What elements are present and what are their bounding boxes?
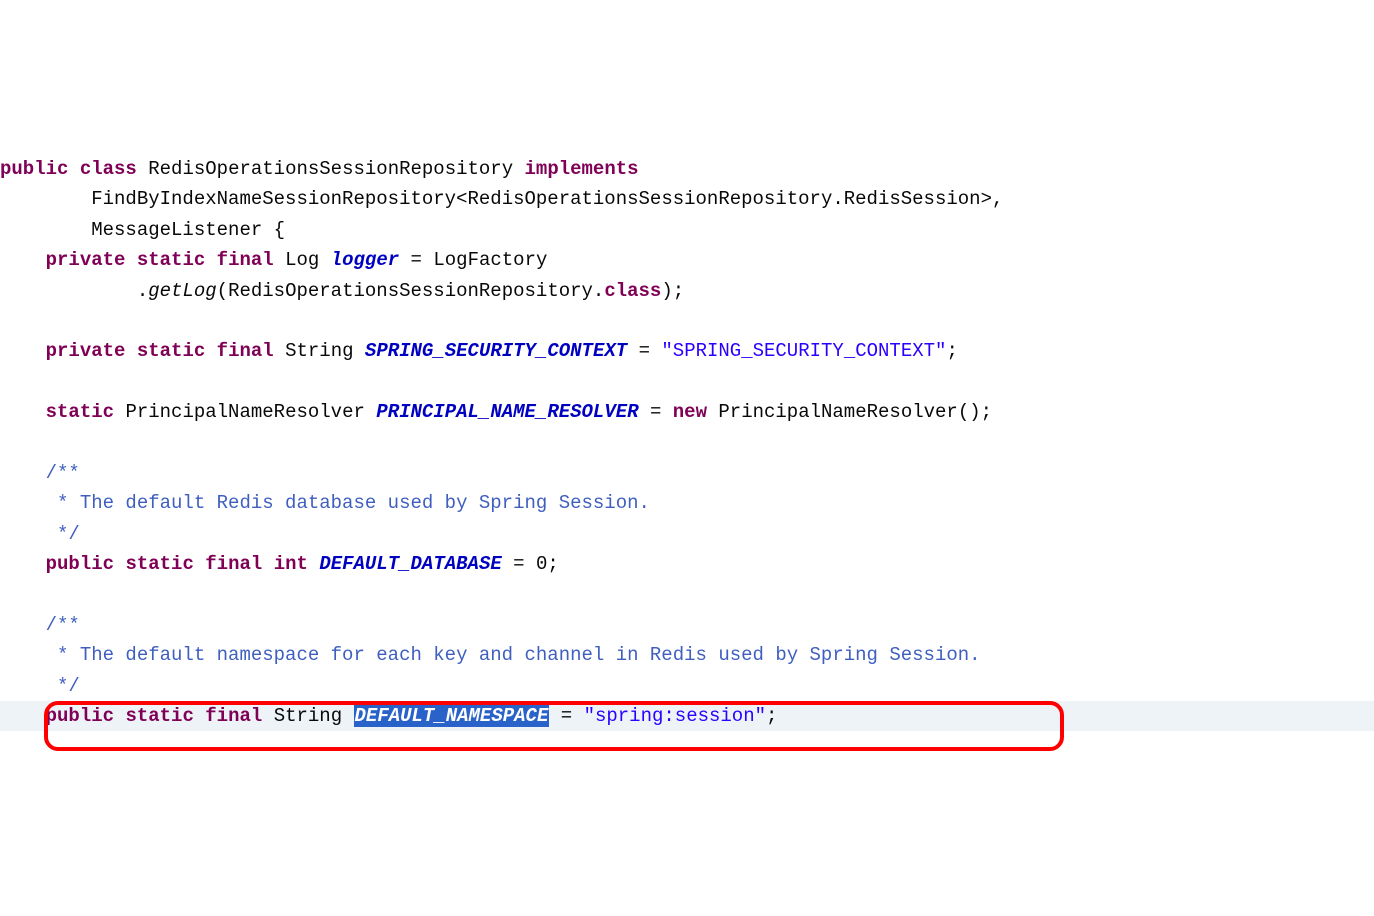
code-line: /** [0, 462, 80, 484]
code-line: */ [0, 675, 80, 697]
code-line: private static final Log logger = LogFac… [0, 249, 547, 271]
keyword-static: static [137, 249, 205, 271]
type-pnr2: PrincipalNameResolver [718, 401, 957, 423]
keyword-class: class [80, 158, 137, 180]
punct-semi: ; [946, 340, 957, 362]
type-log: Log [285, 249, 319, 271]
javadoc-close: */ [46, 675, 80, 697]
type-logfactory: LogFactory [433, 249, 547, 271]
keyword-static: static [46, 401, 114, 423]
punct-rparen-semi: ); [661, 280, 684, 302]
keyword-new: new [673, 401, 707, 423]
field-logger: logger [331, 249, 399, 271]
keyword-int: int [274, 553, 308, 575]
type-class-name: RedisOperationsSessionRepository [148, 158, 513, 180]
keyword-classlit: class [604, 280, 661, 302]
type-redissession: RedisOperationsSessionRepository.RedisSe… [467, 188, 980, 210]
punct-dot2: . [593, 280, 604, 302]
keyword-private: private [46, 340, 126, 362]
code-line: static PrincipalNameResolver PRINCIPAL_N… [0, 401, 992, 423]
keyword-private: private [46, 249, 126, 271]
keyword-final: final [205, 553, 262, 575]
code-line: * The default Redis database used by Spr… [0, 492, 650, 514]
code-line-blank [0, 310, 11, 332]
punct-gt-comma: >, [981, 188, 1004, 210]
punct-semi: ; [547, 553, 558, 575]
punct-eq: = [627, 340, 661, 362]
keyword-implements: implements [525, 158, 639, 180]
code-line: * The default namespace for each key and… [0, 644, 981, 666]
type-rosr: RedisOperationsSessionRepository [228, 280, 593, 302]
selection-default-namespace[interactable]: DEFAULT_NAMESPACE [354, 705, 550, 727]
punct-eq: = [639, 401, 673, 423]
keyword-public: public [46, 705, 114, 727]
punct-semi: ; [766, 705, 777, 727]
javadoc-body: * The default namespace for each key and… [46, 644, 981, 666]
string-ssc: "SPRING_SECURITY_CONTEXT" [661, 340, 946, 362]
code-line: public class RedisOperationsSessionRepos… [0, 158, 639, 180]
javadoc-body: * The default Redis database used by Spr… [46, 492, 650, 514]
code-line-blank [0, 371, 11, 393]
punct-eq: = [502, 553, 536, 575]
keyword-public: public [46, 553, 114, 575]
code-line: /** [0, 614, 80, 636]
punct-lbrace: { [262, 219, 285, 241]
code-line: public static final int DEFAULT_DATABASE… [0, 553, 559, 575]
code-line-highlighted: public static final String DEFAULT_NAMES… [0, 701, 1374, 731]
code-line: */ [0, 523, 80, 545]
code-editor[interactable]: public class RedisOperationsSessionRepos… [0, 124, 1374, 762]
method-getlog: getLog [148, 280, 216, 302]
punct-lparen: ( [217, 280, 228, 302]
code-line: MessageListener { [0, 219, 285, 241]
punct-lparen-rparen-semi: (); [958, 401, 992, 423]
code-line-blank [0, 431, 11, 453]
string-namespace: "spring:session" [584, 705, 766, 727]
field-pnr: PRINCIPAL_NAME_RESOLVER [376, 401, 638, 423]
code-line-blank [0, 583, 11, 605]
type-pnr: PrincipalNameResolver [125, 401, 364, 423]
keyword-static: static [125, 553, 193, 575]
keyword-final: final [217, 340, 274, 362]
code-line: .getLog(RedisOperationsSessionRepository… [0, 280, 684, 302]
keyword-static: static [125, 705, 193, 727]
punct-lt: < [456, 188, 467, 210]
javadoc-open: /** [46, 462, 80, 484]
code-line: private static final String SPRING_SECUR… [0, 340, 958, 362]
punct-eq: = [399, 249, 433, 271]
javadoc-open: /** [46, 614, 80, 636]
code-line: FindByIndexNameSessionRepository<RedisOp… [0, 188, 1003, 210]
type-string: String [285, 340, 353, 362]
field-ssc: SPRING_SECURITY_CONTEXT [365, 340, 627, 362]
literal-zero: 0 [536, 553, 547, 575]
type-string: String [274, 705, 342, 727]
keyword-final: final [217, 249, 274, 271]
type-messagelistener: MessageListener [91, 219, 262, 241]
punct-eq: = [549, 705, 583, 727]
type-findby: FindByIndexNameSessionRepository [91, 188, 456, 210]
punct-dot: . [137, 280, 148, 302]
keyword-final: final [205, 705, 262, 727]
keyword-static: static [137, 340, 205, 362]
javadoc-close: */ [46, 523, 80, 545]
field-default-database: DEFAULT_DATABASE [319, 553, 501, 575]
keyword-public: public [0, 158, 68, 180]
